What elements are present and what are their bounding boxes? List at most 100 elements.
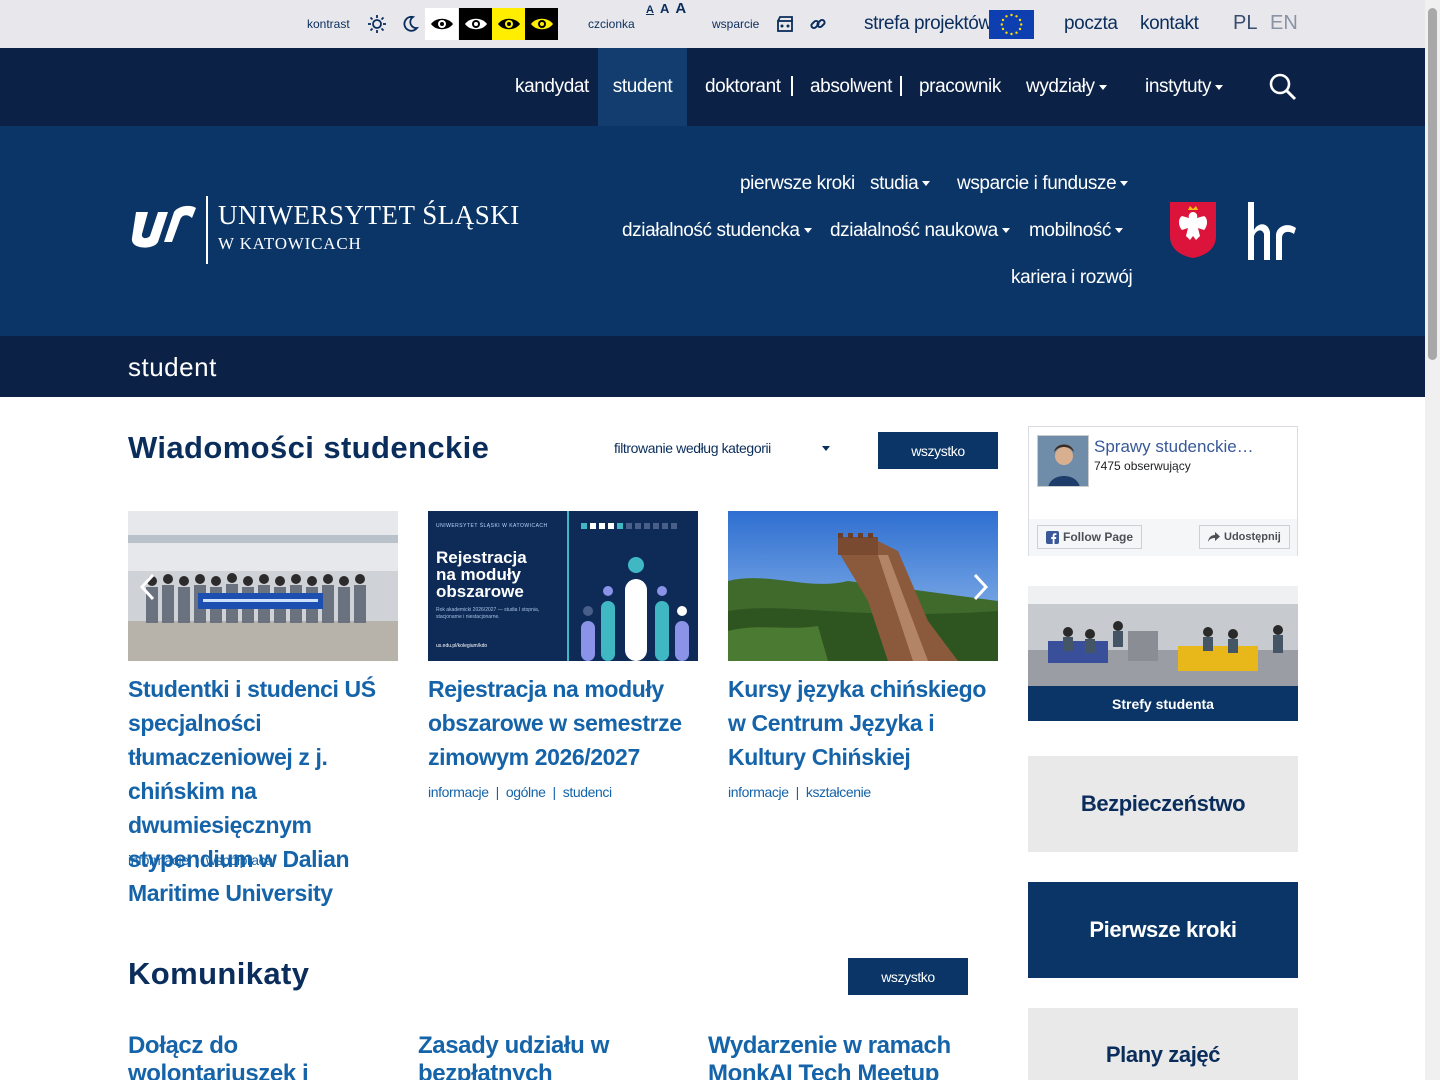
contrast-label: kontrast <box>307 17 350 31</box>
nav-student[interactable]: student <box>598 48 687 126</box>
tag-link[interactable]: ogólne <box>506 784 546 800</box>
nav-doktorant[interactable]: doktorant <box>705 48 781 126</box>
news-image-registration-poster[interactable]: UNIWERSYTET ŚLĄSKI W KATOWICACH Rejestra… <box>428 511 698 661</box>
mail-link[interactable]: poczta <box>1064 0 1118 48</box>
university-logo[interactable]: UNIWERSYTET ŚLĄSKI W KATOWICACH <box>128 196 528 268</box>
tag-separator: | <box>195 852 200 868</box>
student-zones-caption: Strefy studenta <box>1028 686 1298 721</box>
chevron-down-icon <box>1001 228 1010 234</box>
news-image-great-wall[interactable] <box>728 511 998 661</box>
chevron-down-icon <box>1120 181 1129 187</box>
announcement-title[interactable]: Dołącz do wolontariuszek i <box>128 1032 408 1080</box>
poster-headline-2: na moduły <box>436 565 522 584</box>
eu-flag-icon[interactable] <box>989 10 1034 39</box>
tag-link[interactable]: współpraca <box>206 852 273 868</box>
scrollbar-thumb[interactable] <box>1428 8 1437 360</box>
font-size-large[interactable]: A <box>675 0 686 17</box>
facebook-avatar[interactable] <box>1037 435 1089 487</box>
facebook-share-button[interactable]: Udostępnij <box>1199 525 1290 549</box>
news-item-title[interactable]: Kursy języka chińskiego w Centrum Języka… <box>728 672 1003 774</box>
category-filter-label: filtrowanie według kategorii <box>614 440 771 456</box>
tag-link[interactable]: informacje <box>728 784 789 800</box>
subnav-wsparcie[interactable]: wsparcie i fundusze <box>957 173 1129 195</box>
poster-headline-1: Rejestracja <box>436 548 527 567</box>
carousel-next-arrow-icon[interactable] <box>968 568 994 606</box>
poster-url: us.edu.pl/kolegium/kdo <box>436 643 488 649</box>
news-all-button[interactable]: wszystko <box>878 432 998 469</box>
facebook-follow-label: Follow Page <box>1063 530 1134 544</box>
facebook-page-name[interactable]: Sprawy studenckie… <box>1094 437 1254 457</box>
chevron-down-icon <box>803 228 812 234</box>
hr-excellence-icon[interactable] <box>1246 200 1300 262</box>
student-zones-banner[interactable]: Strefy studenta <box>1028 586 1298 721</box>
nav-kandydat[interactable]: kandydat <box>515 48 589 126</box>
tag-link[interactable]: informacje <box>428 784 489 800</box>
poster-sub-1: Rok akademicki 2026/2027 — studia I stop… <box>436 607 540 613</box>
subnav-studia-label: studia <box>870 173 919 194</box>
nav-pracownik[interactable]: pracownik <box>919 48 1001 126</box>
tag-link[interactable]: informacje <box>128 852 189 868</box>
subnav-dzialalnosc-naukowa-label: działalność naukowa <box>830 220 998 241</box>
news-item-title[interactable]: Studentki i studenci UŚ specjalności tłu… <box>128 672 403 910</box>
chevron-down-icon <box>1098 84 1107 90</box>
announcements-all-button[interactable]: wszystko <box>848 958 968 995</box>
search-icon[interactable] <box>1268 48 1298 126</box>
news-image-group-photo[interactable] <box>128 511 398 661</box>
tile-first-steps[interactable]: Pierwsze kroki <box>1028 882 1298 978</box>
subnav-studia[interactable]: studia <box>870 173 931 195</box>
news-item-title[interactable]: Rejestracja na moduły obszarowe w semest… <box>428 672 703 774</box>
carousel-prev-arrow-icon[interactable] <box>134 568 160 606</box>
contact-link[interactable]: kontakt <box>1140 0 1199 48</box>
tag-link[interactable]: kształcenie <box>806 784 871 800</box>
header-band: UNIWERSYTET ŚLĄSKI W KATOWICACH pierwsze… <box>0 126 1425 336</box>
font-size-controls: A A A <box>646 0 686 48</box>
facebook-followers: 7475 obserwujący <box>1094 459 1191 473</box>
font-size-small[interactable]: A <box>646 4 654 16</box>
tag-separator: | <box>495 784 500 800</box>
nav-absolwent[interactable]: absolwent <box>810 48 892 126</box>
facebook-share-label: Udostępnij <box>1224 531 1281 543</box>
nav-wydzialy-label: wydziały <box>1026 76 1095 97</box>
page-title-bar: student <box>0 336 1425 397</box>
film-icon[interactable] <box>775 0 795 48</box>
contrast-eye-black-yellow-icon[interactable] <box>525 8 558 40</box>
lang-en[interactable]: EN <box>1270 12 1298 35</box>
facebook-follow-button[interactable]: Follow Page <box>1037 525 1143 549</box>
nav-separator <box>900 76 902 96</box>
logo-line1: UNIWERSYTET ŚLĄSKI <box>218 200 520 230</box>
announcement-title[interactable]: Wydarzenie w ramach MonkAI Tech Meetup <box>708 1032 988 1080</box>
news-item-tags: informacje | współpraca <box>128 852 273 868</box>
announcement-title[interactable]: Zasady udziału w bezpłatnych <box>418 1032 698 1080</box>
sun-icon[interactable] <box>366 0 388 48</box>
contrast-eye-yellow-icon[interactable] <box>492 8 525 40</box>
nav-separator <box>791 76 793 96</box>
subnav-mobilnosc[interactable]: mobilność <box>1029 220 1123 242</box>
us-logo-icon <box>131 205 196 248</box>
tile-timetables[interactable]: Plany zajęć <box>1028 1008 1298 1080</box>
lang-pl[interactable]: PL <box>1233 12 1257 35</box>
moon-icon[interactable] <box>400 0 420 48</box>
nav-wydzialy[interactable]: wydziały <box>1026 48 1107 126</box>
link-icon[interactable] <box>808 0 828 48</box>
nav-instytuty[interactable]: instytuty <box>1145 48 1224 126</box>
poster-headline-3: obszarowe <box>436 582 524 601</box>
tile-security[interactable]: Bezpieczeństwo <box>1028 756 1298 852</box>
chevron-down-icon <box>1114 228 1123 234</box>
subnav-pierwsze-kroki[interactable]: pierwsze kroki <box>740 173 855 195</box>
font-size-medium[interactable]: A <box>660 1 669 16</box>
support-label: wsparcie <box>712 17 760 31</box>
subnav-dzialalnosc-studencka[interactable]: działalność studencka <box>622 220 812 242</box>
tag-link[interactable]: studenci <box>563 784 612 800</box>
contrast-eye-white-icon[interactable] <box>425 8 458 40</box>
subnav-dzialalnosc-naukowa[interactable]: działalność naukowa <box>830 220 1010 242</box>
category-filter-select[interactable]: filtrowanie według kategorii <box>614 440 832 462</box>
projects-link[interactable]: strefa projektów <box>864 0 992 48</box>
chevron-down-icon <box>1215 84 1224 90</box>
chevron-down-icon <box>922 181 931 187</box>
subnav-kariera[interactable]: kariera i rozwój <box>1011 267 1133 289</box>
share-icon <box>1208 532 1220 542</box>
contrast-eye-black-icon[interactable] <box>459 8 492 40</box>
announcements-section-title: Komunikaty <box>128 956 310 991</box>
subnav-dzialalnosc-studencka-label: działalność studencka <box>622 220 800 241</box>
news-item-tags: informacje | ogólne | studenci <box>428 784 612 800</box>
